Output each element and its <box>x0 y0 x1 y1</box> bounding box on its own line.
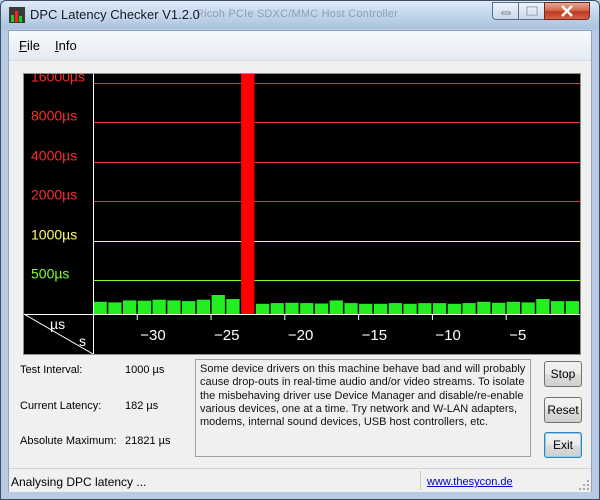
window-title: DPC Latency Checker V1.2.0 <box>30 7 200 22</box>
latency-bar <box>477 301 491 314</box>
latency-bar <box>536 299 550 314</box>
x-tick-label: −15 <box>362 327 387 344</box>
menu-info[interactable]: Info <box>55 38 77 53</box>
status-text: Analysing DPC latency ... <box>11 475 147 489</box>
resize-grip-icon[interactable] <box>578 479 590 491</box>
y-tick-label: 8000µs <box>31 108 77 124</box>
latency-bar <box>270 303 284 314</box>
latency-bar <box>432 303 447 314</box>
latency-bar <box>388 303 402 314</box>
latency-bar <box>418 303 432 314</box>
x-unit-label: s <box>79 333 86 349</box>
latency-bar <box>329 300 343 314</box>
latency-bar <box>196 299 211 314</box>
latency-bar <box>300 303 314 314</box>
y-tick-label: 2000µs <box>31 187 77 203</box>
latency-bar <box>565 301 579 314</box>
app-icon <box>9 7 25 23</box>
latency-bar <box>255 303 270 314</box>
latency-bar <box>108 302 122 314</box>
latency-bar <box>403 303 417 314</box>
y-tick-label: 500µs <box>31 266 69 282</box>
latency-bar <box>182 301 196 314</box>
x-tick-label: −20 <box>288 327 313 344</box>
latency-bar <box>521 302 535 314</box>
y-tick-label: 1000µs <box>31 227 77 243</box>
latency-bar <box>506 301 520 314</box>
exit-button[interactable]: Exit <box>544 432 582 458</box>
client-area: File Info 500µs 1000µs 2000µs 4000µs 8000µs 1… <box>8 30 592 492</box>
latency-bar <box>93 301 107 314</box>
app-window: Ricoh PCIe SDXC/MMC Host Controller DPC … <box>0 0 600 500</box>
website-link[interactable]: www.thesycon.de <box>427 476 513 488</box>
latency-bar <box>344 303 358 314</box>
latency-bar <box>492 302 506 314</box>
x-tick-label: −30 <box>140 327 165 344</box>
latency-chart: 500µs 1000µs 2000µs 4000µs 8000µs 16000µs µs s −… <box>23 73 581 355</box>
y-tick-label: 16000µs <box>31 74 85 85</box>
absolute-maximum-label: Absolute Maximum: <box>20 435 117 447</box>
latency-bar <box>226 299 240 314</box>
test-interval-label: Test Interval: <box>20 364 83 376</box>
reset-button[interactable]: Reset <box>544 397 582 423</box>
latency-bar <box>167 300 181 314</box>
current-latency-value: 182 µs <box>125 400 159 412</box>
y-tick-label: 4000µs <box>31 148 77 164</box>
x-tick-label: −5 <box>509 327 526 344</box>
background-window-title: Ricoh PCIe SDXC/MMC Host Controller <box>196 8 398 20</box>
x-tick-label: −10 <box>435 327 460 344</box>
absolute-maximum-value: 21821 µs <box>125 435 171 447</box>
minimize-button[interactable] <box>492 2 519 20</box>
stop-button[interactable]: Stop <box>544 361 582 387</box>
maximize-icon <box>526 6 537 16</box>
latency-bar <box>241 74 255 314</box>
latency-chart-svg: 500µs 1000µs 2000µs 4000µs 8000µs 16000µs µss −… <box>24 74 580 354</box>
test-interval-value: 1000 µs <box>125 364 165 376</box>
menu-file[interactable]: File <box>19 38 40 53</box>
latency-bar <box>373 303 388 314</box>
menu-bar: File Info <box>9 31 591 61</box>
x-tick-label: −25 <box>214 327 239 344</box>
latency-bar <box>447 303 461 314</box>
close-button[interactable] <box>544 2 590 20</box>
minimize-icon <box>501 11 510 15</box>
latency-bar <box>314 303 329 314</box>
latency-bar <box>285 302 299 314</box>
latency-bar <box>152 299 166 314</box>
message-text: Some device drivers on this machine beha… <box>195 359 531 457</box>
latency-bar <box>462 303 476 314</box>
status-bar: Analysing DPC latency ... www.thesycon.d… <box>9 468 591 492</box>
close-icon <box>561 5 573 17</box>
status-divider <box>420 471 421 490</box>
latency-bar <box>211 295 225 314</box>
title-bar[interactable]: Ricoh PCIe SDXC/MMC Host Controller DPC … <box>1 1 599 29</box>
y-unit-label: µs <box>50 316 65 332</box>
latency-bar <box>551 301 565 314</box>
latency-bar <box>123 300 137 314</box>
current-latency-label: Current Latency: <box>20 400 102 412</box>
latency-bar <box>137 300 152 314</box>
latency-bar <box>359 303 373 314</box>
maximize-button[interactable] <box>518 2 545 20</box>
